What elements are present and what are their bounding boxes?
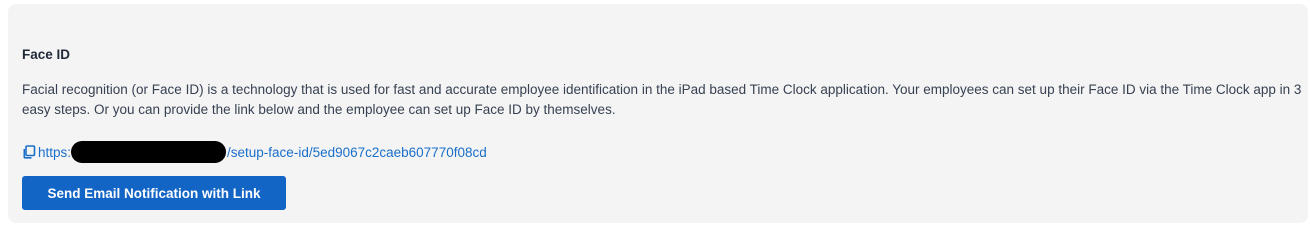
send-email-notification-button[interactable]: Send Email Notification with Link [22,176,286,210]
redacted-domain [71,141,227,163]
link-suffix: /setup-face-id/5ed9067c2caeb607770f08cd [227,144,487,160]
section-title: Face ID [22,47,71,62]
link-prefix: https: [38,144,72,160]
setup-face-id-link[interactable]: https: /setup-face-id/5ed9067c2caeb60777… [38,141,487,163]
face-id-card: Face ID Facial recognition (or Face ID) … [8,4,1308,223]
section-description: Facial recognition (or Face ID) is a tec… [22,82,1302,117]
setup-link-row: https: /setup-face-id/5ed9067c2caeb60777… [22,141,487,163]
copy-icon[interactable] [22,145,36,159]
